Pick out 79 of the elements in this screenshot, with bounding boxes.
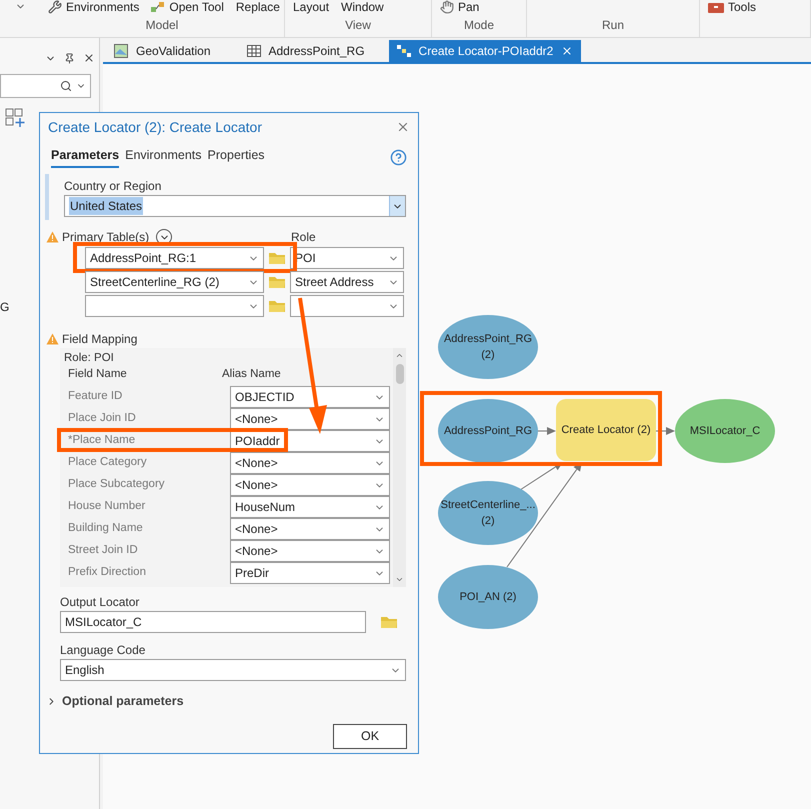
- dialog-tab[interactable]: Environments: [125, 146, 202, 168]
- ribbon-button[interactable]: Pan: [440, 0, 480, 14]
- field-label: Language Code: [60, 642, 146, 659]
- ribbon-button[interactable]: Environments: [48, 0, 140, 14]
- document-tab[interactable]: Create Locator-POIaddr2: [388, 40, 582, 62]
- field-name: Place Category: [67, 455, 148, 470]
- close-icon[interactable]: [396, 120, 410, 134]
- field-name: House Number: [67, 499, 146, 514]
- document-tab[interactable]: GeoValidation: [106, 40, 218, 62]
- partial-text: G: [0, 299, 10, 316]
- field-label: Output Locator: [60, 594, 140, 611]
- field-label: Field Mapping: [62, 331, 138, 348]
- hand-icon: [440, 0, 454, 14]
- country-select[interactable]: United States: [64, 195, 406, 217]
- table-select[interactable]: AddressPoint_RG:1: [85, 247, 264, 269]
- ok-button[interactable]: OK: [333, 724, 407, 749]
- column-header: Role: [291, 229, 316, 246]
- field-name: Feature ID: [67, 389, 124, 404]
- ribbon-button[interactable]: Replace: [236, 1, 280, 13]
- ribbon-group-label: Mode: [464, 17, 494, 34]
- alias-select[interactable]: HouseNum: [230, 496, 390, 518]
- column-header: Alias Name: [222, 367, 281, 382]
- model-icon: [151, 1, 166, 13]
- connector-arrow: [656, 427, 675, 435]
- close-icon[interactable]: [561, 45, 574, 57]
- alias-select[interactable]: <None>: [230, 474, 390, 496]
- column-header: Field Name: [67, 367, 128, 382]
- chevron-up-icon[interactable]: [395, 351, 404, 360]
- table-select[interactable]: StreetCenterline_RG (2): [85, 271, 264, 293]
- alias-select[interactable]: <None>: [230, 452, 390, 474]
- document-tab[interactable]: AddressPoint_RG: [238, 40, 373, 62]
- map-icon: [114, 44, 128, 58]
- field-name: *Place Name: [67, 433, 136, 448]
- ribbon-button[interactable]: Layout: [293, 1, 330, 13]
- expand-button[interactable]: [156, 229, 172, 245]
- tool-node: Create Locator (2): [556, 399, 656, 461]
- ribbon-button[interactable]: Open Tool: [151, 1, 224, 13]
- ribbon-button[interactable]: Window: [341, 1, 384, 13]
- field-name: Building Name: [67, 521, 144, 536]
- scrollbar-thumb[interactable]: [396, 364, 404, 384]
- alias-select[interactable]: OBJECTID: [230, 386, 390, 408]
- warning-icon: [46, 231, 59, 243]
- search-icon: [60, 80, 72, 92]
- field-label: Country or Region: [64, 178, 162, 195]
- field-name: Street Join ID: [67, 543, 139, 558]
- optional-parameters-toggle[interactable]: Optional parameters: [46, 692, 184, 711]
- close-icon[interactable]: [83, 52, 95, 64]
- output-field[interactable]: MSILocator_C: [60, 611, 366, 633]
- role-select[interactable]: [290, 295, 404, 317]
- dialog-tab[interactable]: Parameters: [51, 146, 120, 168]
- ribbon-group-label: Model: [146, 17, 178, 34]
- field-name: Place Join ID: [67, 411, 137, 426]
- alias-select[interactable]: PreDir: [230, 562, 390, 584]
- warning-icon: [46, 333, 59, 345]
- ribbon-button[interactable]: Tools: [708, 1, 756, 13]
- scrollbar[interactable]: [393, 348, 406, 587]
- model-icon: [396, 45, 411, 57]
- field-label: Primary Table(s): [62, 229, 150, 246]
- tools-icon: [48, 0, 62, 14]
- alias-select[interactable]: <None>: [230, 518, 390, 540]
- help-icon[interactable]: [390, 148, 407, 166]
- field-name: Place Subcategory: [67, 477, 166, 492]
- role-text: Role: POI: [64, 351, 115, 364]
- table-icon: [246, 45, 260, 57]
- ribbon-group-label: Run: [602, 17, 624, 34]
- search-field[interactable]: [0, 74, 91, 98]
- dialog-tab[interactable]: Properties: [208, 146, 265, 168]
- table-select[interactable]: [85, 295, 264, 317]
- connector-arrow: [538, 427, 556, 435]
- chevron-down-icon[interactable]: [395, 575, 404, 584]
- pin-icon[interactable]: [64, 52, 75, 64]
- alias-select[interactable]: <None>: [230, 540, 390, 562]
- ribbon-group-label: View: [345, 17, 371, 34]
- role-select[interactable]: Street Address: [290, 271, 404, 293]
- field-name: Prefix Direction: [67, 565, 147, 580]
- add-grid-icon[interactable]: [5, 108, 27, 128]
- language-select[interactable]: English: [60, 659, 406, 681]
- alias-select[interactable]: <None>: [230, 408, 390, 430]
- dialog-title: Create Locator (2): Create Locator: [48, 118, 262, 137]
